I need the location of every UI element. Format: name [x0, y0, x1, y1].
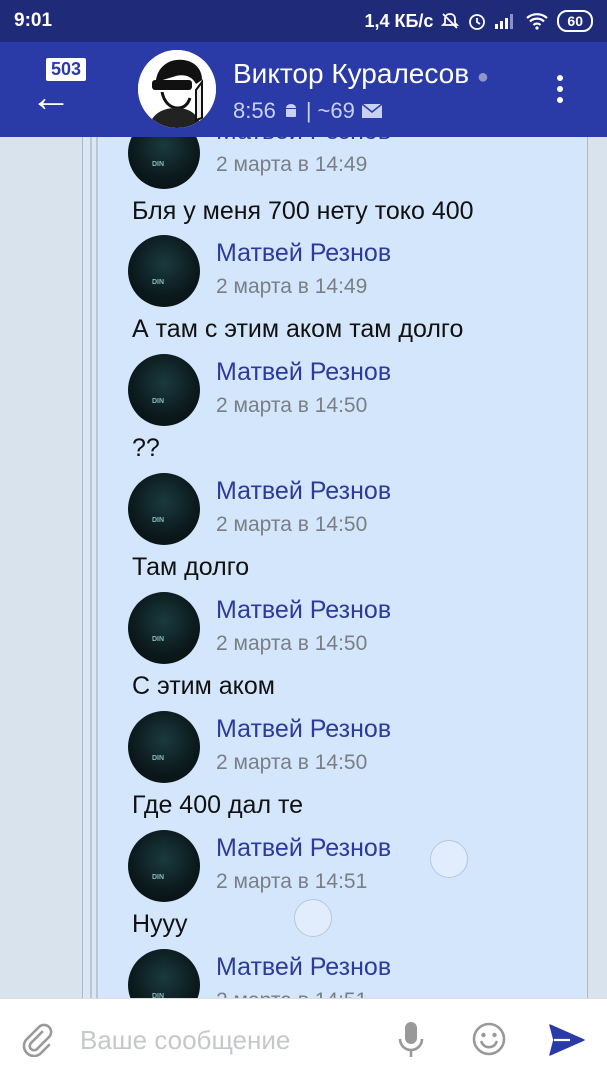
chat-header: ← 503 Виктор Куралесов ● 8:56 | ~69: [0, 42, 607, 137]
contact-status-icon: ●: [476, 66, 490, 88]
sender-avatar[interactable]: [128, 592, 200, 664]
message-input[interactable]: [78, 1017, 382, 1063]
sender-name[interactable]: Матвей Резнов: [216, 715, 391, 744]
message-text: А там с этим аком там долго: [132, 315, 464, 343]
message-time: 2 марта в 14:50: [216, 394, 368, 417]
thread-rail: [90, 137, 92, 998]
message-time: 2 марта в 14:49: [216, 275, 368, 298]
status-icons: 1,4 КБ/с 60: [364, 10, 593, 32]
message-time: 2 марта в 14:50: [216, 513, 368, 536]
net-speed: 1,4 КБ/с: [364, 10, 434, 31]
unread-badge: 503: [46, 58, 87, 81]
battery-indicator: 60: [557, 10, 593, 32]
message-count: ~69: [317, 98, 355, 123]
thread-rail: [96, 137, 98, 998]
sender-avatar[interactable]: [128, 473, 200, 545]
message-text: Нууу: [132, 910, 188, 938]
contact-avatar[interactable]: [138, 50, 216, 128]
sender-name[interactable]: Матвей Резнов: [216, 477, 391, 506]
contact-avatar-image: [138, 50, 216, 128]
message-time: 2 марта в 14:50: [216, 751, 368, 774]
message-text: Где 400 дал те: [132, 791, 304, 819]
send-icon[interactable]: [548, 1023, 586, 1057]
sender-name[interactable]: Матвей Резнов: [216, 137, 391, 146]
signal-icon: [495, 14, 514, 29]
more-options-icon[interactable]: [548, 72, 572, 108]
status-time: 9:01: [14, 10, 53, 31]
chat-title[interactable]: Виктор Куралесов ●: [233, 58, 489, 90]
message-list[interactable]: Матвей Резнов 2 марта в 14:49 Бля у меня…: [0, 137, 607, 998]
sender-avatar[interactable]: [128, 711, 200, 783]
touch-ripple: [294, 899, 332, 937]
sender-name[interactable]: Матвей Резнов: [216, 358, 391, 387]
mute-bell-icon: [441, 13, 460, 29]
back-arrow-icon: ←: [30, 73, 72, 120]
last-seen-time: 8:56: [233, 98, 276, 123]
message-text: С этим аком: [132, 672, 275, 700]
android-icon: [285, 104, 296, 117]
emoji-icon[interactable]: [471, 1021, 507, 1057]
wifi-icon: [526, 13, 549, 30]
separator: |: [305, 98, 312, 123]
message-composer: [0, 998, 607, 1081]
sender-name[interactable]: Матвей Резнов: [216, 239, 391, 268]
sender-avatar[interactable]: [128, 830, 200, 902]
attach-icon[interactable]: [20, 1023, 54, 1057]
envelope-icon: [361, 103, 383, 118]
sender-name[interactable]: Матвей Резнов: [216, 596, 391, 625]
microphone-icon[interactable]: [398, 1021, 424, 1059]
message-time: 2 марта в 14:50: [216, 632, 368, 655]
chat-subtitle: 8:56 | ~69: [233, 98, 383, 124]
message-time: 2 марта в 14:49: [216, 153, 368, 176]
status-bar: 9:01 1,4 КБ/с 60: [0, 0, 607, 42]
sender-name[interactable]: Матвей Резнов: [216, 834, 391, 863]
message-time: 2 марта в 14:51: [216, 989, 367, 998]
message-text: ??: [132, 434, 160, 462]
message-text: Бля у меня 700 нету токо 400: [132, 197, 474, 225]
sender-avatar[interactable]: [128, 235, 200, 307]
alarm-icon: [469, 14, 486, 30]
message-text: Там долго: [132, 553, 250, 581]
message-time: 2 марта в 14:51: [216, 870, 368, 893]
touch-ripple: [430, 840, 468, 878]
sender-name[interactable]: Матвей Резнов: [216, 953, 391, 982]
contact-name: Виктор Куралесов: [233, 58, 470, 89]
sender-avatar[interactable]: [128, 354, 200, 426]
back-button[interactable]: ← 503: [30, 58, 90, 118]
